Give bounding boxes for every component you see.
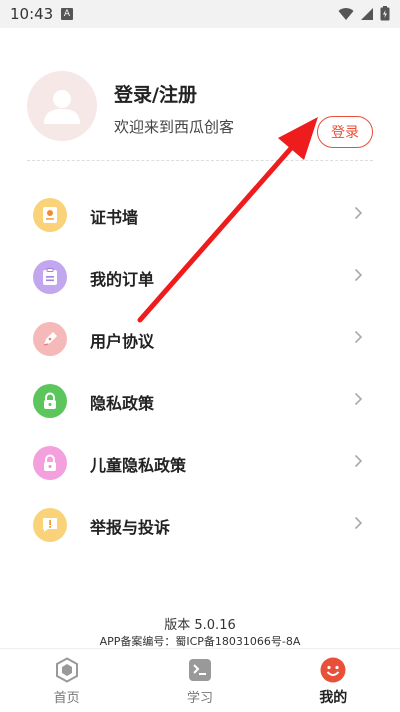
menu-item-child-privacy-policy[interactable]: 儿童隐私政策 <box>0 431 400 493</box>
divider <box>27 160 373 161</box>
tab-study[interactable]: 学习 <box>133 649 266 712</box>
menu-item-label: 证书墙 <box>90 208 139 227</box>
pen-icon <box>33 322 67 356</box>
icp-text: APP备案编号：蜀ICP备18031066号-8A <box>99 635 301 648</box>
status-time: 10:43 <box>10 5 54 23</box>
chevron-right-icon <box>354 330 363 344</box>
user-placeholder-icon <box>44 90 80 124</box>
menu-item-report[interactable]: 举报与投诉 <box>0 493 400 555</box>
battery-icon <box>380 6 390 21</box>
tab-mine[interactable]: 我的 <box>267 649 400 712</box>
certificate-icon <box>33 198 67 232</box>
alert-icon <box>33 508 67 542</box>
order-icon <box>33 260 67 294</box>
chevron-right-icon <box>354 516 363 530</box>
tab-label: 学习 <box>186 691 213 706</box>
login-register-title[interactable]: 登录/注册 <box>114 80 197 107</box>
status-icons <box>338 6 390 21</box>
wifi-icon <box>338 7 354 20</box>
smiley-icon <box>320 657 346 683</box>
menu-item-label: 用户协议 <box>90 332 155 351</box>
chevron-right-icon <box>354 268 363 282</box>
status-bar: 10:43 A <box>0 0 400 28</box>
notification-icon: A <box>61 8 73 20</box>
chevron-right-icon <box>354 454 363 468</box>
lock-icon <box>33 384 67 418</box>
menu-item-privacy-policy[interactable]: 隐私政策 <box>0 369 400 431</box>
avatar[interactable] <box>27 71 97 141</box>
welcome-text: 欢迎来到西瓜创客 <box>114 118 235 136</box>
menu-item-label: 隐私政策 <box>90 394 155 413</box>
menu-list: 证书墙 我的订单 用户协议 隐私政策 儿童隐私政策 举报与投诉 <box>0 183 400 555</box>
lock-icon <box>33 446 67 480</box>
terminal-icon <box>187 657 213 683</box>
tab-label: 首页 <box>53 691 80 706</box>
chevron-right-icon <box>354 392 363 406</box>
menu-item-label: 举报与投诉 <box>90 518 171 537</box>
version-text: 版本 5.0.16 <box>164 618 236 633</box>
menu-item-user-agreement[interactable]: 用户协议 <box>0 307 400 369</box>
bottom-tab-bar: 首页 学习 我的 <box>0 648 400 712</box>
profile-header: 登录/注册 欢迎来到西瓜创客 登录 <box>0 28 400 163</box>
chevron-right-icon <box>354 206 363 220</box>
login-button[interactable]: 登录 <box>317 116 373 148</box>
menu-item-label: 儿童隐私政策 <box>90 456 187 475</box>
home-hexagon-icon <box>54 657 80 683</box>
tab-home[interactable]: 首页 <box>0 649 133 712</box>
signal-icon <box>361 7 373 20</box>
menu-item-label: 我的订单 <box>90 270 155 289</box>
menu-item-orders[interactable]: 我的订单 <box>0 245 400 307</box>
menu-item-certificates[interactable]: 证书墙 <box>0 183 400 245</box>
tab-label: 我的 <box>319 690 348 706</box>
